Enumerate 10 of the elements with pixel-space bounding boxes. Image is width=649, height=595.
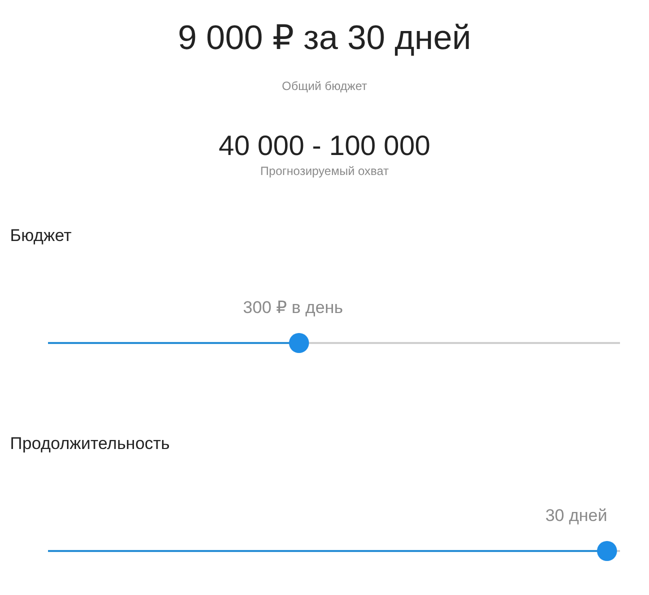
reach-caption: Прогнозируемый охват — [260, 164, 389, 178]
slider-thumb[interactable] — [288, 333, 309, 354]
slider-value: 300 ₽ в день — [243, 298, 344, 318]
slider-thumb[interactable] — [597, 541, 618, 562]
total-caption: Общий бюджет — [282, 78, 368, 93]
slider-title: Продолжительность — [10, 434, 171, 454]
slider-value: 30 дней — [545, 506, 608, 526]
slider-title: Бюджет — [10, 226, 73, 246]
reach-value: 40 000 - 100 000 — [218, 128, 430, 162]
total-budget: 9 000 ₽ за 30 дней — [178, 18, 472, 59]
